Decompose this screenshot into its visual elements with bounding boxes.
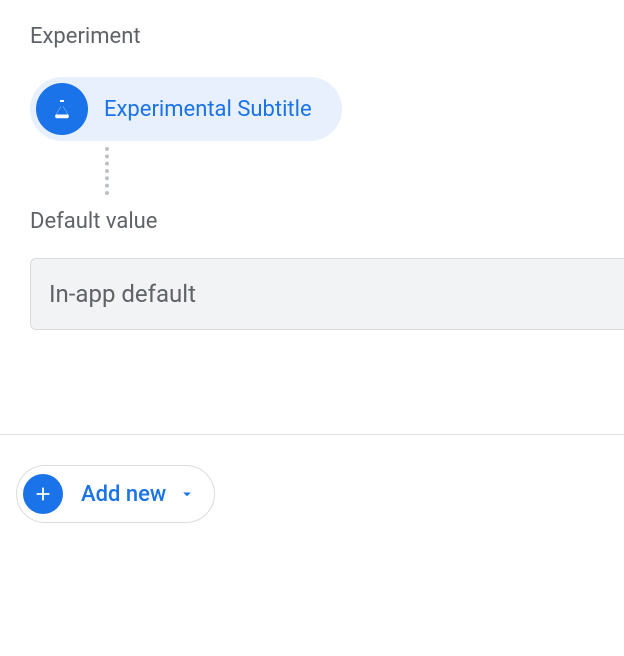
plus-icon: [23, 474, 63, 514]
dotted-connector: [105, 147, 109, 195]
chevron-down-icon: [178, 485, 196, 503]
experiment-chip-label: Experimental Subtitle: [104, 97, 312, 122]
experiment-label: Experiment: [30, 24, 594, 49]
experiment-chip[interactable]: Experimental Subtitle: [30, 77, 342, 141]
default-value-label: Default value: [30, 209, 594, 234]
default-value-text: In-app default: [49, 280, 196, 308]
default-value-input[interactable]: In-app default: [30, 258, 624, 330]
flask-icon: [36, 83, 88, 135]
add-new-button[interactable]: Add new: [16, 465, 215, 523]
add-new-label: Add new: [81, 482, 166, 507]
